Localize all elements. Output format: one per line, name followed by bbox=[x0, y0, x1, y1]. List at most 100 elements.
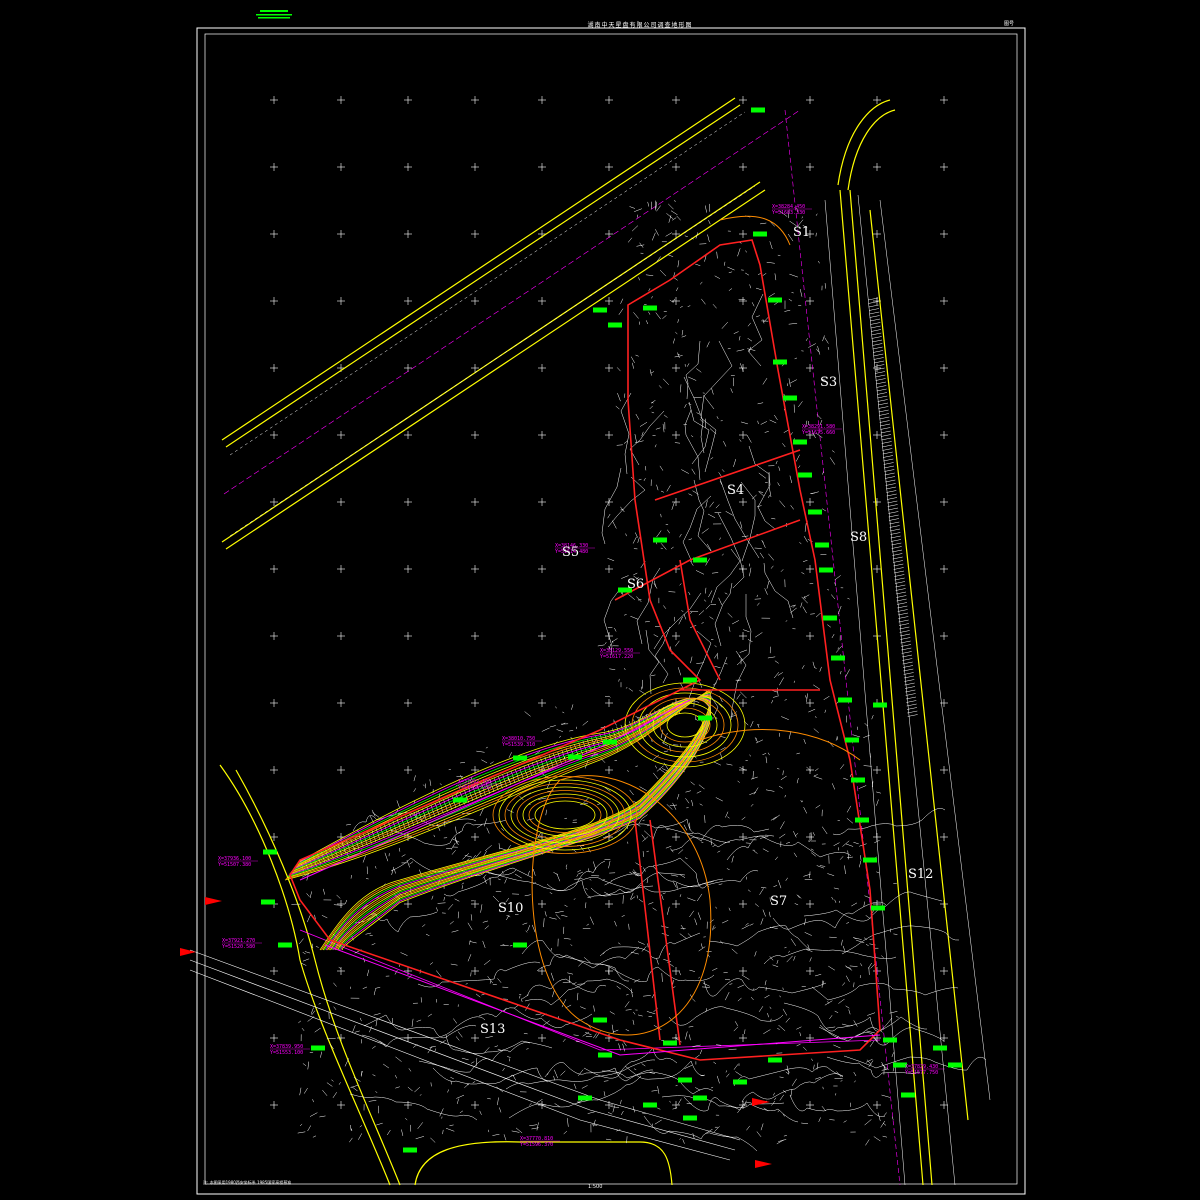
terrain-mark bbox=[677, 1098, 682, 1106]
terrain-mark bbox=[842, 945, 846, 951]
terrain-mark bbox=[436, 907, 439, 912]
terrain-mark bbox=[680, 924, 685, 930]
terrain-mark bbox=[475, 851, 482, 858]
terrain-mark bbox=[738, 336, 741, 341]
terrain-mark bbox=[451, 850, 456, 855]
terrain-mark bbox=[754, 951, 757, 957]
green-marker bbox=[823, 615, 837, 621]
green-marker bbox=[798, 472, 812, 478]
slope-hatch bbox=[881, 441, 892, 444]
terrain-mark bbox=[796, 777, 799, 784]
terrain-mark bbox=[454, 898, 460, 902]
terrain-mark bbox=[659, 465, 664, 471]
slope-hatch bbox=[885, 479, 896, 483]
terrain-mark bbox=[365, 932, 372, 935]
terrain-mark bbox=[860, 855, 862, 861]
terrain-mark bbox=[733, 331, 739, 334]
terrain-mark bbox=[760, 918, 764, 925]
terrain-mark bbox=[665, 845, 672, 849]
grid-cross bbox=[940, 96, 948, 104]
terrain-mark bbox=[714, 275, 721, 279]
grid-cross bbox=[739, 632, 747, 640]
terrain-mark bbox=[757, 402, 764, 405]
terrain-mark bbox=[439, 783, 442, 786]
grid-cross bbox=[471, 96, 479, 104]
terrain-mark bbox=[804, 932, 812, 936]
green-marker bbox=[851, 777, 865, 783]
terrain-mark bbox=[470, 1061, 475, 1064]
grid-cross bbox=[471, 1034, 479, 1042]
terrain-mark bbox=[625, 686, 628, 689]
terrain-mark bbox=[817, 260, 820, 264]
terrain-mark bbox=[688, 1026, 694, 1028]
slope-hatch bbox=[901, 651, 912, 654]
terrain-mark bbox=[299, 938, 304, 945]
terrain-mark bbox=[439, 1108, 444, 1117]
terrain-mark bbox=[772, 814, 780, 821]
terrain-mark bbox=[756, 602, 760, 606]
terrain-mark bbox=[771, 1100, 776, 1106]
terrain-mark bbox=[320, 1051, 322, 1058]
terrain-mark bbox=[656, 530, 662, 538]
terrain-mark bbox=[371, 943, 376, 946]
terrain-mark bbox=[459, 1110, 464, 1114]
slope-hatch bbox=[893, 567, 904, 570]
terrain-curve bbox=[772, 901, 887, 930]
terrain-mark bbox=[564, 817, 568, 819]
slope-hatch bbox=[869, 311, 880, 315]
terrain-mark bbox=[570, 944, 573, 946]
slope-hatch bbox=[880, 427, 891, 430]
terrain-mark bbox=[628, 594, 635, 600]
terrain-mark bbox=[788, 950, 790, 953]
terrain-mark bbox=[758, 1006, 764, 1013]
terrain-mark bbox=[612, 1105, 616, 1113]
green-marker bbox=[948, 1062, 962, 1068]
slope-hatch bbox=[898, 619, 909, 623]
terrain-mark bbox=[307, 1061, 310, 1070]
terrain-mark bbox=[864, 895, 871, 899]
terrain-mark bbox=[302, 1063, 307, 1067]
terrain-mark bbox=[574, 878, 583, 880]
grid-cross bbox=[471, 431, 479, 439]
terrain-mark bbox=[544, 911, 547, 917]
terrain-curve bbox=[546, 876, 654, 892]
terrain-mark bbox=[701, 841, 704, 843]
terrain-mark bbox=[499, 1107, 502, 1113]
terrain-mark bbox=[791, 292, 794, 294]
green-marker bbox=[578, 1095, 592, 1101]
terrain-mark bbox=[807, 840, 811, 842]
slope-hatch bbox=[871, 332, 882, 336]
terrain-mark bbox=[461, 1057, 469, 1061]
terrain-mark bbox=[865, 943, 869, 947]
terrain-mark bbox=[457, 1031, 463, 1038]
terrain-mark bbox=[768, 292, 775, 298]
terrain-mark bbox=[657, 1107, 661, 1110]
terrain-mark bbox=[747, 337, 753, 342]
terrain-mark bbox=[790, 1089, 793, 1098]
green-marker bbox=[873, 702, 887, 708]
terrain-mark bbox=[636, 244, 645, 247]
terrain-mark bbox=[529, 1124, 538, 1127]
terrain-mark bbox=[717, 850, 721, 853]
terrain-mark bbox=[698, 976, 700, 979]
parcel-label-s6: S6 bbox=[627, 577, 644, 592]
terrain-mark bbox=[881, 955, 884, 959]
terrain-mark bbox=[711, 388, 714, 395]
terrain-curve bbox=[789, 1094, 886, 1117]
terrain-mark bbox=[846, 856, 853, 859]
terrain-mark bbox=[775, 856, 778, 861]
terrain-mark bbox=[481, 993, 485, 996]
terrain-mark bbox=[560, 1070, 566, 1076]
terrain-mark bbox=[656, 484, 659, 491]
slope-hatch bbox=[900, 640, 911, 644]
terrain-mark bbox=[801, 572, 805, 575]
terrain-mark bbox=[407, 1086, 413, 1092]
slope-hatch bbox=[882, 451, 893, 455]
terrain-mark bbox=[750, 803, 754, 807]
terrain-mark bbox=[724, 592, 728, 595]
slope-hatch bbox=[873, 357, 884, 360]
terrain-mark bbox=[778, 833, 786, 839]
green-marker bbox=[808, 509, 822, 515]
terrain-mark bbox=[678, 849, 684, 854]
terrain-mark bbox=[694, 1054, 700, 1059]
